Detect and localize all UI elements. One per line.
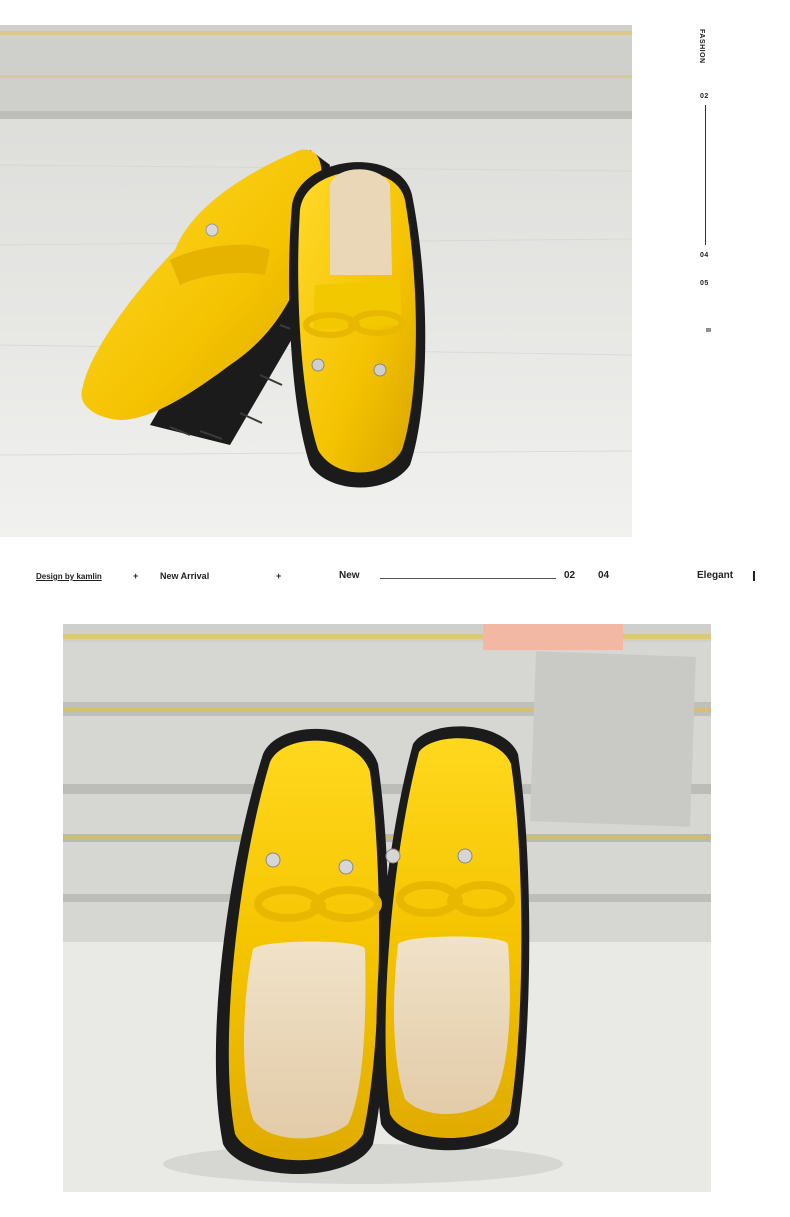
rail-mark: II bbox=[704, 328, 711, 332]
bar-end-tick bbox=[753, 571, 755, 581]
rail-number-top: 02 bbox=[700, 93, 709, 100]
rail-divider bbox=[705, 105, 706, 245]
plus-separator: + bbox=[276, 571, 282, 581]
rail-label: FASHION bbox=[698, 29, 705, 64]
side-rail: FASHION 02 04 05 II bbox=[690, 25, 720, 345]
rail-number-bottom: 05 bbox=[700, 280, 709, 287]
rail-number-mid: 04 bbox=[700, 252, 709, 259]
product-photo-side-view bbox=[0, 25, 632, 537]
elegant-label: Elegant bbox=[697, 570, 734, 581]
bar-number-1: 02 bbox=[564, 570, 576, 581]
plus-separator: + bbox=[133, 571, 139, 581]
bar-divider bbox=[380, 578, 556, 579]
yellow-loafers-photo bbox=[63, 624, 711, 1192]
new-label: New bbox=[339, 570, 360, 581]
new-arrival-label: New Arrival bbox=[160, 571, 210, 581]
yellow-loafers-photo bbox=[0, 25, 632, 537]
design-credit: Design by kamlin bbox=[36, 572, 102, 581]
product-photo-top-view bbox=[63, 624, 711, 1192]
bar-number-2: 04 bbox=[598, 570, 610, 581]
